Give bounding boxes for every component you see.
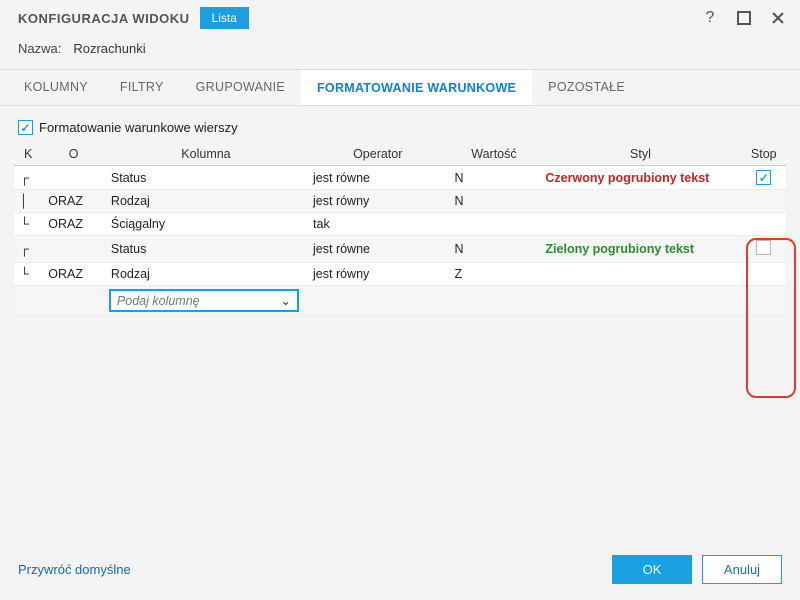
tab-formatowanie[interactable]: FORMATOWANIE WARUNKOWE — [301, 70, 532, 105]
table-row[interactable]: ┌Statusjest równeNCzerwony pogrubiony te… — [14, 166, 786, 190]
col-o[interactable]: O — [42, 143, 105, 166]
col-wartosc[interactable]: Wartość — [448, 143, 539, 166]
table-row[interactable]: └ORAZŚciągalnytak — [14, 213, 786, 236]
restore-defaults-link[interactable]: Przywróć domyślne — [18, 562, 131, 577]
window-title: KONFIGURACJA WIDOKU — [18, 11, 190, 26]
close-icon[interactable] — [766, 6, 790, 30]
style-preview: Czerwony pogrubiony tekst — [545, 171, 709, 185]
titlebar: KONFIGURACJA WIDOKU Lista ? — [0, 0, 800, 34]
tab-grupowanie[interactable]: GRUPOWANIE — [180, 70, 301, 105]
name-row: Nazwa: — [0, 34, 800, 69]
col-kolumna[interactable]: Kolumna — [105, 143, 307, 166]
ok-button[interactable]: OK — [612, 555, 692, 584]
checkbox-label: Formatowanie warunkowe wierszy — [39, 120, 238, 135]
checkbox-formatting-enabled[interactable] — [18, 120, 33, 135]
badge-lista[interactable]: Lista — [200, 7, 249, 29]
content-area: Formatowanie warunkowe wierszy K O Kolum… — [0, 106, 800, 543]
footer: Przywróć domyślne OK Anuluj — [0, 543, 800, 600]
table-row[interactable]: ┌Statusjest równeNZielony pogrubiony tek… — [14, 236, 786, 263]
col-styl[interactable]: Styl — [539, 143, 741, 166]
rules-table: K O Kolumna Operator Wartość Styl Stop ┌… — [14, 143, 786, 316]
combo-placeholder: Podaj kolumnę — [117, 294, 200, 308]
style-preview: Zielony pogrubiony tekst — [545, 242, 694, 256]
stop-checkbox[interactable] — [756, 170, 771, 185]
add-column-combo[interactable]: Podaj kolumnę ⌄ — [109, 289, 299, 312]
col-stop[interactable]: Stop — [742, 143, 787, 166]
col-k[interactable]: K — [14, 143, 42, 166]
name-input[interactable] — [69, 38, 369, 59]
col-operator[interactable]: Operator — [307, 143, 448, 166]
name-label: Nazwa: — [18, 41, 61, 56]
help-icon[interactable]: ? — [698, 6, 722, 30]
table-row[interactable]: └ORAZRodzajjest równyZ — [14, 263, 786, 286]
cancel-button[interactable]: Anuluj — [702, 555, 782, 584]
tab-pozostale[interactable]: POZOSTAŁE — [532, 70, 641, 105]
stop-checkbox[interactable] — [756, 240, 771, 255]
maximize-icon[interactable] — [732, 6, 756, 30]
chevron-down-icon: ⌄ — [280, 293, 290, 308]
tab-filtry[interactable]: FILTRY — [104, 70, 180, 105]
table-row[interactable]: │ORAZRodzajjest równyN — [14, 190, 786, 213]
tabs: KOLUMNY FILTRY GRUPOWANIE FORMATOWANIE W… — [0, 69, 800, 106]
tab-kolumny[interactable]: KOLUMNY — [8, 70, 104, 105]
